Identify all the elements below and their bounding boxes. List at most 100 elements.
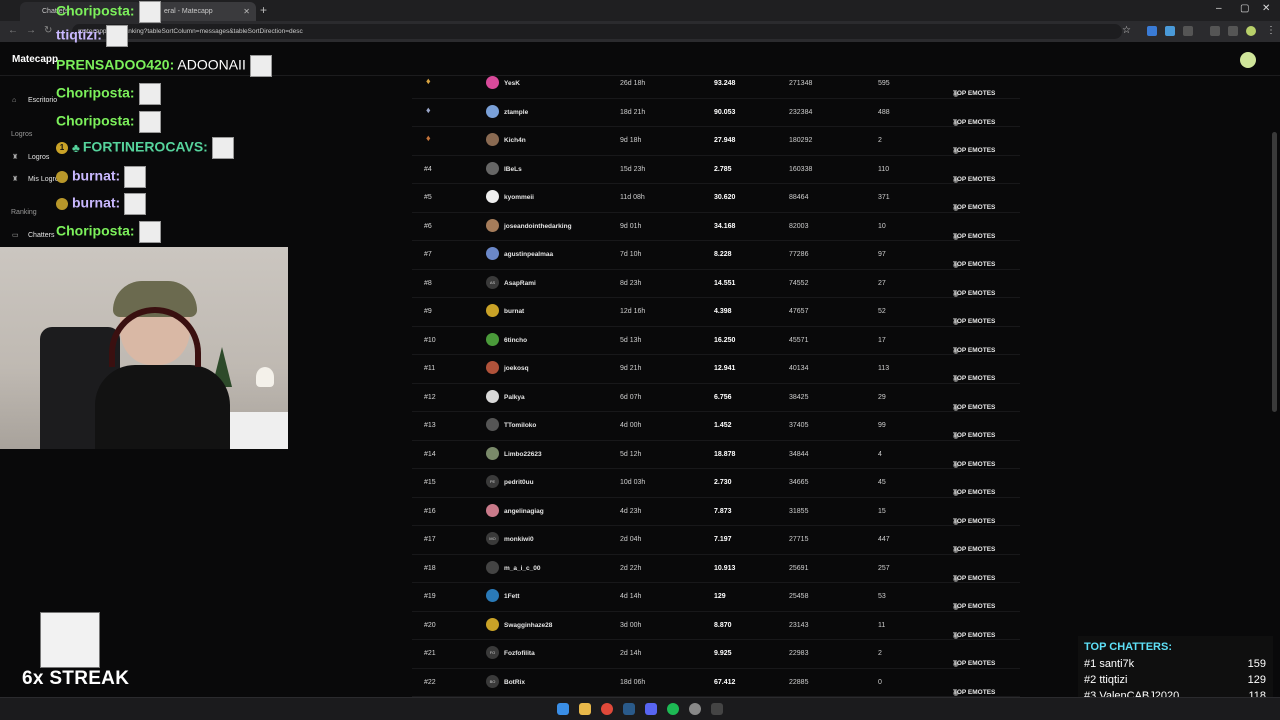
- table-row: #12 Palkya 6d 07h 6.756 38425 29 ◉ TOP EMOTES: [412, 384, 1020, 412]
- back-icon[interactable]: ←: [8, 25, 18, 36]
- sidebar-item-chatters[interactable]: ▭ Chatters: [12, 231, 54, 239]
- top-chatter-row: #1 santi7k 159: [1084, 658, 1266, 670]
- username-link[interactable]: TTomiloko: [504, 422, 536, 429]
- rank-cell: #15: [424, 479, 436, 486]
- points-cell: 9.925: [714, 650, 732, 657]
- rank-cell: #9: [424, 308, 432, 315]
- points-cell: 10.913: [714, 564, 736, 572]
- username-link[interactable]: angelinagiag: [504, 508, 544, 515]
- chat-message: Choriposta:: [56, 1, 161, 23]
- points-cell: 2.730: [714, 479, 732, 486]
- points-cell: 16.250: [714, 336, 736, 344]
- username-link[interactable]: monkiwi0: [504, 536, 534, 543]
- emotes-cell: 113: [878, 365, 890, 372]
- brand-logo[interactable]: Matecapp: [12, 54, 58, 65]
- bookmark-star-icon[interactable]: ☆: [1122, 25, 1131, 36]
- lamp: [256, 367, 274, 387]
- app-icon[interactable]: [689, 703, 701, 715]
- username-link[interactable]: Kich4n: [504, 137, 526, 144]
- username-link[interactable]: Palkya: [504, 394, 525, 401]
- minimize-icon[interactable]: –: [1216, 3, 1222, 14]
- username-link[interactable]: agustinpealmaa: [504, 251, 553, 258]
- coin-badge-icon: [56, 198, 68, 210]
- watchtime-cell: 4d 00h: [620, 422, 642, 429]
- watchtime-cell: 9d 21h: [620, 365, 642, 372]
- username-link[interactable]: AsapRami: [504, 280, 536, 287]
- points-cell: 129: [714, 593, 726, 600]
- emote-image: [138, 221, 161, 243]
- chrome-icon[interactable]: [601, 703, 613, 715]
- messages-cell: 271348: [789, 80, 813, 87]
- emotes-cell: 15: [878, 507, 886, 515]
- username-link[interactable]: 6tincho: [504, 337, 527, 344]
- username-link[interactable]: kyommeii: [504, 194, 534, 201]
- url-field[interactable]: matecapp.com/ranking?tableSortColumn=mes…: [72, 24, 1122, 39]
- username-link[interactable]: Swagginhaze28: [504, 622, 552, 629]
- chat-message: Choriposta:: [56, 111, 161, 133]
- sub-badge-icon: 1: [56, 142, 68, 154]
- points-cell: 93.248: [714, 80, 736, 87]
- table-row: #10 6tincho 5d 13h 16.250 45571 17 ◉ TOP EMOTES: [412, 327, 1020, 355]
- username-link[interactable]: YesK: [504, 80, 520, 87]
- sidebar-item-mis-logros[interactable]: ♜ Mis Logros: [12, 175, 62, 183]
- watchtime-cell: 9d 18h: [620, 137, 642, 144]
- username-link[interactable]: BotRix: [504, 679, 525, 686]
- username-link[interactable]: pedrit0uu: [504, 479, 534, 486]
- sidebar-item-logros[interactable]: ♜ Logros: [12, 153, 49, 161]
- sidebar-icon[interactable]: [1228, 26, 1238, 36]
- file-explorer-icon[interactable]: [579, 703, 591, 715]
- watchtime-cell: 5d 12h: [620, 450, 642, 458]
- rank-cell: #7: [424, 251, 432, 258]
- top-chatters-title: TOP CHATTERS:: [1084, 641, 1173, 653]
- reload-icon[interactable]: ↻: [44, 25, 52, 36]
- avatar: [486, 104, 499, 118]
- rank-cell: #14: [424, 450, 436, 458]
- tab-label: eral - Matecapp: [164, 8, 213, 15]
- messages-cell: 232384: [789, 108, 813, 116]
- windows-start-icon[interactable]: [557, 703, 569, 715]
- download-icon[interactable]: [1210, 26, 1220, 36]
- menu-kebab-icon[interactable]: ⋮: [1266, 25, 1276, 36]
- watchtime-cell: 10d 03h: [620, 479, 646, 486]
- username-link[interactable]: joseandointhedarking: [504, 223, 572, 230]
- chat-username: FORTINEROCAVS:: [82, 138, 208, 155]
- spotify-icon[interactable]: [667, 703, 679, 715]
- maximize-icon[interactable]: ▢: [1240, 3, 1249, 14]
- username-link[interactable]: ztample: [504, 109, 528, 116]
- username-link[interactable]: Limbo22623: [504, 451, 542, 458]
- extension-icon[interactable]: [1165, 26, 1175, 36]
- table-row: #14 Limbo22623 5d 12h 18.878 34844 4 ◉ TOP EMOT…: [412, 441, 1020, 469]
- avatar: AS: [486, 275, 499, 289]
- avatar: [486, 332, 499, 346]
- discord-icon[interactable]: [645, 703, 657, 715]
- scrollbar[interactable]: [1272, 132, 1277, 412]
- forward-icon[interactable]: →: [26, 25, 36, 36]
- rank-cell: #17: [424, 536, 436, 543]
- username-link[interactable]: m_a_i_c_00: [504, 565, 541, 572]
- username-link[interactable]: Fozfofilita: [504, 650, 535, 657]
- home-icon: ⌂: [12, 97, 17, 104]
- chat-username: ttiqtizi:: [56, 26, 102, 43]
- chat-username: Choriposta:: [56, 84, 135, 101]
- username-link[interactable]: joekosq: [504, 365, 529, 372]
- sidebar-group-ranking: Ranking: [11, 209, 37, 216]
- username-link[interactable]: 1Fett: [504, 593, 520, 600]
- profile-avatar-icon[interactable]: [1246, 26, 1256, 36]
- user-avatar[interactable]: [1240, 52, 1256, 68]
- username-link[interactable]: burnat: [504, 308, 524, 315]
- avatar: [486, 589, 499, 602]
- steam-icon[interactable]: [623, 703, 635, 715]
- emote-image: [138, 83, 161, 105]
- extensions-puzzle-icon[interactable]: [1183, 26, 1193, 36]
- close-icon[interactable]: ✕: [243, 7, 250, 16]
- watchtime-cell: 2d 14h: [620, 650, 642, 657]
- sidebar-item-escritorio[interactable]: ⌂ Escritorio: [12, 97, 57, 104]
- app-icon[interactable]: [711, 703, 723, 715]
- coin-badge-icon: [56, 171, 68, 183]
- username-link[interactable]: lBeLs: [504, 166, 522, 173]
- close-window-icon[interactable]: ✕: [1262, 3, 1270, 14]
- watchtime-cell: 3d 00h: [620, 621, 642, 629]
- rank-cell: #13: [424, 422, 436, 429]
- new-tab-button[interactable]: +: [260, 3, 267, 17]
- extension-icon[interactable]: [1147, 26, 1157, 36]
